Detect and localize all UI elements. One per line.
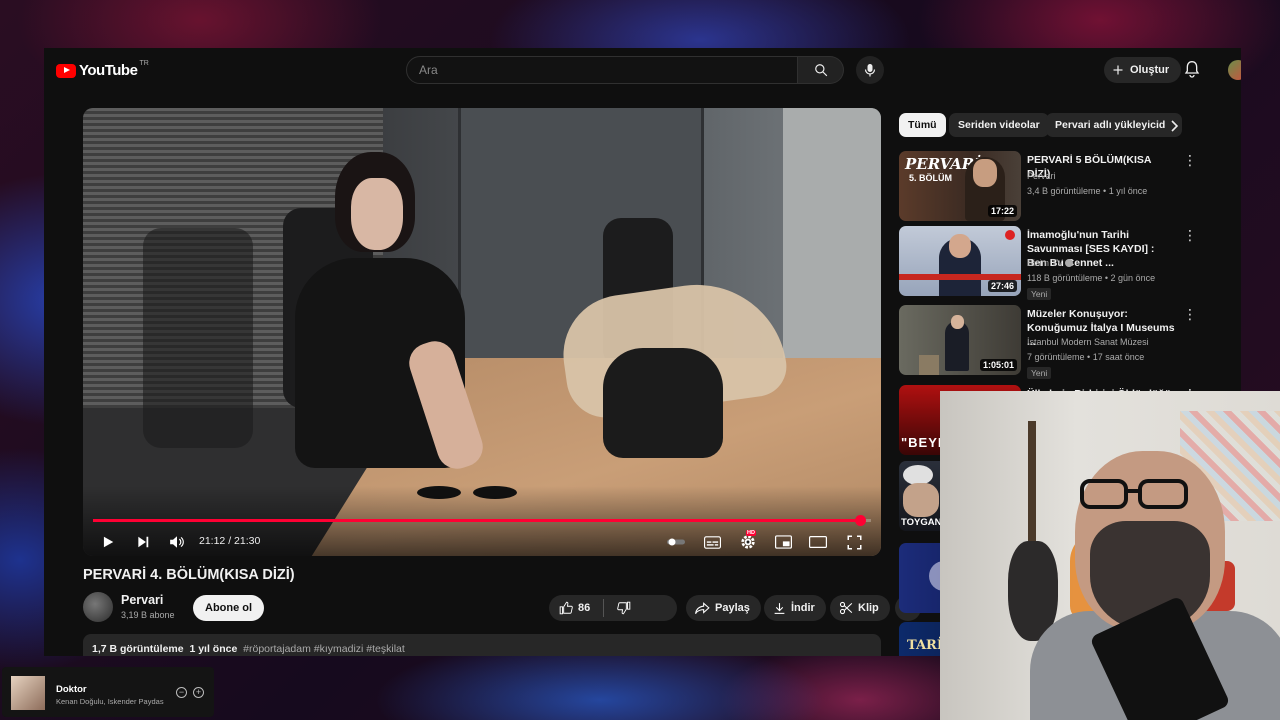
- recommended-meta: 7 görüntüleme • 17 saat önce: [1027, 352, 1145, 362]
- recommended-meta: 3,4 B görüntüleme • 1 yıl önce: [1027, 186, 1148, 196]
- share-icon: [695, 601, 710, 614]
- channel-name[interactable]: Pervari: [121, 593, 163, 607]
- channel-row: Pervari 3,19 B abone Abone ol 86 Paylaş …: [83, 592, 921, 624]
- autoplay-toggle[interactable]: [662, 529, 690, 555]
- download-icon: [774, 602, 785, 614]
- webcam-overlay: [940, 391, 1280, 720]
- fullscreen-button[interactable]: [841, 529, 867, 555]
- theater-icon: [809, 536, 827, 548]
- player-controls: 21:12 / 21:30 HD: [83, 527, 881, 553]
- video-thumbnail[interactable]: 1:05:01: [899, 305, 1021, 375]
- recommended-channel[interactable]: Pervari: [1027, 171, 1056, 181]
- volume-icon: [170, 536, 184, 548]
- theater-button[interactable]: [805, 529, 831, 555]
- fullscreen-icon: [847, 535, 861, 549]
- more-vert-icon[interactable]: ⋮: [1183, 228, 1197, 242]
- subtitles-button[interactable]: [699, 529, 725, 555]
- chips-next-button[interactable]: [1171, 119, 1179, 137]
- play-button[interactable]: [95, 529, 121, 555]
- recommended-video[interactable]: PERVARİ 5. BÖLÜM 17:22 PERVARİ 5 BÖLÜM(K…: [899, 151, 1229, 221]
- verified-icon: [1065, 259, 1074, 267]
- notifications-button[interactable]: [1184, 60, 1200, 83]
- masthead: YouTube TR Oluştur: [44, 48, 1241, 92]
- search-input[interactable]: [407, 57, 821, 83]
- share-label: Paylaş: [715, 602, 750, 614]
- recommended-video[interactable]: 1:05:01 Müzeler Konuşuyor: Konuğumuz İta…: [899, 305, 1229, 379]
- recommended-meta: 118 B görüntüleme • 2 gün önce: [1027, 273, 1156, 283]
- video-title: PERVARİ 4. BÖLÜM(KISA DİZİ): [83, 567, 295, 583]
- like-dislike-group: 86: [549, 595, 677, 621]
- recommended-channel[interactable]: Bizim TV: [1027, 258, 1074, 268]
- video-thumbnail[interactable]: PERVARİ 5. BÖLÜM 17:22: [899, 151, 1021, 221]
- progress-fill: [93, 519, 861, 522]
- subscriber-count: 3,19 B abone: [121, 610, 175, 620]
- new-badge: Yeni: [1027, 367, 1052, 379]
- clip-button[interactable]: Klip: [830, 595, 890, 621]
- upload-age: 1 yıl önce: [189, 643, 238, 655]
- duration-badge: 17:22: [987, 205, 1017, 217]
- search-icon: [814, 64, 827, 77]
- next-icon: [138, 536, 149, 548]
- share-button[interactable]: Paylaş: [686, 595, 761, 621]
- new-badge: Yeni: [1027, 288, 1052, 300]
- channel-avatar[interactable]: [83, 592, 113, 622]
- chip-series[interactable]: Seriden videolar: [949, 113, 1049, 137]
- download-label: İndir: [791, 602, 815, 614]
- duration-badge: 27:46: [987, 280, 1017, 292]
- add-icon[interactable]: +: [193, 687, 204, 698]
- play-icon: [103, 536, 114, 548]
- remove-icon[interactable]: −: [176, 687, 187, 698]
- recommended-video[interactable]: 27:46 İmamoğlu'nun Tarihi Savunması [SES…: [899, 226, 1229, 300]
- chevron-right-icon: [1171, 120, 1179, 132]
- next-button[interactable]: [130, 529, 156, 555]
- recommended-channel[interactable]: İstanbul Modern Sanat Müzesi: [1027, 337, 1149, 347]
- duration-badge: 1:05:01: [979, 359, 1017, 371]
- settings-icon: [741, 535, 755, 549]
- time-display: 21:12 / 21:30: [199, 535, 261, 547]
- now-playing-artist: Kenan Doğulu, Iskender Paydas: [56, 697, 164, 706]
- subtitles-icon: [703, 535, 721, 549]
- description-meta: 1,7 B görüntüleme 1 yıl önce #röportajad…: [92, 643, 405, 655]
- video-player[interactable]: 21:12 / 21:30 HD: [83, 108, 881, 556]
- settings-button[interactable]: HD: [735, 529, 761, 555]
- search-box: [406, 56, 821, 84]
- like-count[interactable]: 86: [578, 602, 590, 614]
- account-avatar[interactable]: [1228, 60, 1241, 80]
- like-icon[interactable]: [559, 601, 573, 615]
- logo-region: TR: [139, 60, 149, 67]
- video-thumbnail[interactable]: 27:46: [899, 226, 1021, 296]
- clip-label: Klip: [858, 602, 879, 614]
- chip-all[interactable]: Tümü: [899, 113, 946, 137]
- download-button[interactable]: İndir: [764, 595, 826, 621]
- mic-icon: [864, 64, 876, 77]
- plus-icon: [1113, 65, 1123, 75]
- now-playing-title: Doktor: [56, 684, 87, 695]
- volume-button[interactable]: [164, 529, 190, 555]
- youtube-logo[interactable]: YouTube TR: [56, 60, 149, 79]
- dislike-icon[interactable]: [617, 601, 631, 615]
- miniplayer-icon: [774, 535, 792, 549]
- thumbnail-subtext: 5. BÖLÜM: [909, 173, 953, 183]
- voice-search-button[interactable]: [856, 56, 884, 84]
- search-button[interactable]: [798, 56, 844, 84]
- hd-badge: HD: [746, 530, 756, 536]
- description-box[interactable]: 1,7 B görüntüleme 1 yıl önce #röportajad…: [83, 634, 881, 656]
- miniplayer-button[interactable]: [770, 529, 796, 555]
- create-button[interactable]: Oluştur: [1104, 57, 1182, 83]
- progress-bar[interactable]: [93, 515, 871, 526]
- logo-text: YouTube: [79, 62, 138, 79]
- subscribe-button[interactable]: Abone ol: [193, 595, 265, 621]
- hashtags[interactable]: #röportajadam #kıymadizi #teşkilat: [243, 643, 405, 655]
- video-frame: [83, 108, 881, 556]
- create-label: Oluştur: [1130, 64, 1170, 76]
- now-playing-widget[interactable]: Doktor Kenan Doğulu, Iskender Paydas − +: [2, 667, 214, 717]
- chip-uploader[interactable]: Pervari adlı yükleyicid: [1046, 113, 1182, 137]
- more-vert-icon[interactable]: ⋮: [1183, 153, 1197, 167]
- scissors-icon: [839, 601, 853, 615]
- more-vert-icon[interactable]: ⋮: [1183, 307, 1197, 321]
- bell-icon: [1184, 60, 1200, 78]
- album-art: [11, 676, 45, 710]
- youtube-play-icon: [56, 63, 76, 78]
- view-count: 1,7 B görüntüleme: [92, 643, 184, 655]
